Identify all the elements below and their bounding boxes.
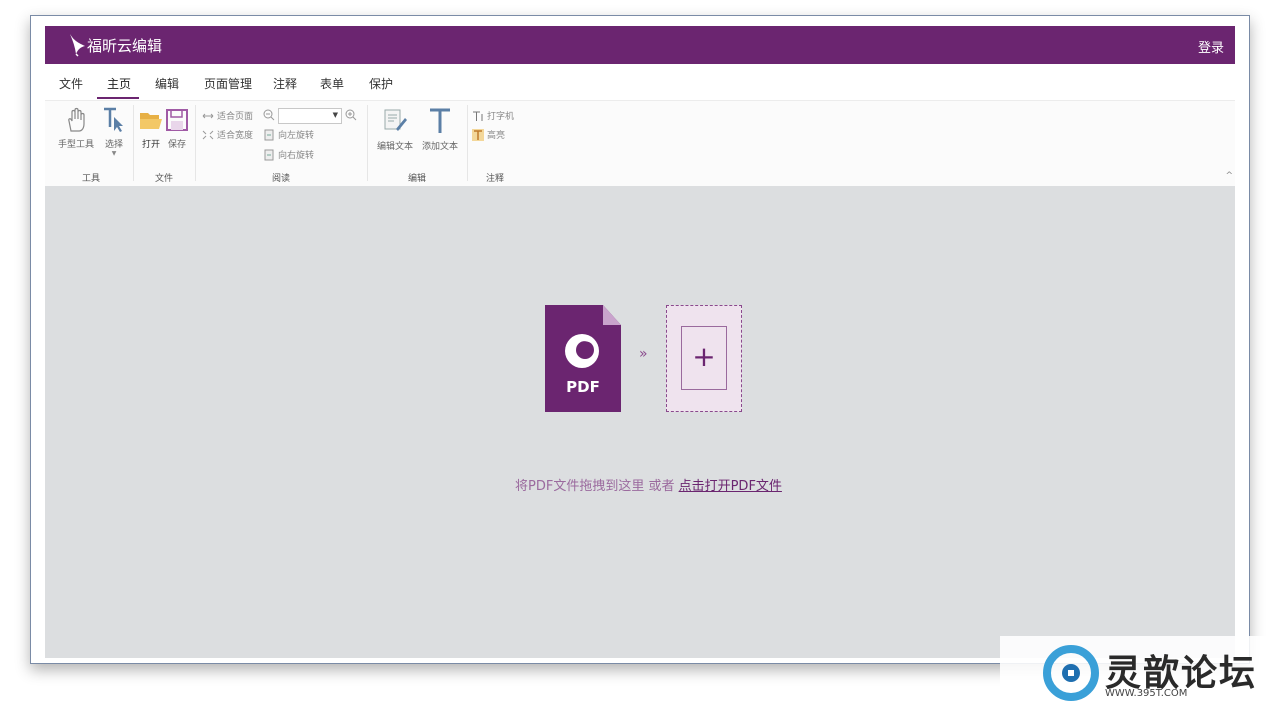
edit-group-label: 编辑 bbox=[407, 174, 426, 184]
tools-group-label: 工具 bbox=[81, 174, 100, 184]
typewriter-icon bbox=[473, 111, 483, 121]
plus-icon: + bbox=[692, 340, 716, 373]
select-dropdown-arrow-icon[interactable]: ▼ bbox=[101, 150, 127, 157]
add-text-label: 添加文本 bbox=[421, 142, 458, 152]
text-select-icon bbox=[104, 107, 123, 132]
hand-tool-label: 手型工具 bbox=[57, 140, 94, 150]
fit-width-icon bbox=[202, 130, 214, 139]
rotate-right-label: 向右旋转 bbox=[278, 151, 315, 161]
highlight-label: 高亮 bbox=[487, 131, 506, 141]
rotate-left-icon bbox=[264, 129, 274, 140]
highlight-button[interactable]: 高亮 bbox=[472, 128, 505, 141]
zoom-select[interactable]: ▼ bbox=[278, 108, 342, 124]
app-window: 福昕云编辑 登录 文件 主页 编辑 页面管理 注释 表单 保护 手型工具 选择 … bbox=[30, 15, 1250, 664]
folder-icon bbox=[140, 113, 162, 129]
file-group-label: 文件 bbox=[154, 174, 173, 184]
foxit-quill-logo-icon bbox=[70, 34, 85, 57]
floppy-disk-icon bbox=[166, 109, 188, 131]
ribbon-toolbar: 手型工具 选择 ▼ 工具 打开 保存 文件 适合页面 适合宽度 ▼ 向左旋转 向… bbox=[45, 100, 1235, 187]
tab-protect[interactable]: 保护 bbox=[369, 75, 393, 92]
ribbon-divider bbox=[367, 105, 368, 181]
edit-text-button[interactable]: 编辑文本 bbox=[373, 107, 417, 152]
highlight-icon bbox=[472, 128, 484, 141]
tab-page-management[interactable]: 页面管理 bbox=[204, 75, 252, 92]
pdf-file-icon: PDF bbox=[545, 305, 621, 412]
add-text-button[interactable]: 添加文本 bbox=[419, 107, 461, 152]
rotate-left-button[interactable]: 向左旋转 bbox=[263, 128, 314, 141]
select-tool-button[interactable]: 选择 ▼ bbox=[101, 107, 127, 157]
watermark-url: WWW.395T.COM bbox=[1105, 688, 1188, 699]
rotate-right-icon bbox=[264, 149, 274, 160]
forum-logo-icon bbox=[1043, 645, 1099, 701]
fit-page-icon bbox=[202, 113, 214, 118]
ribbon-divider bbox=[195, 105, 196, 181]
ribbon-divider bbox=[467, 105, 468, 181]
open-pdf-link[interactable]: 点击打开PDF文件 bbox=[679, 479, 782, 494]
open-button[interactable]: 打开 bbox=[139, 107, 163, 150]
typewriter-button[interactable]: 打字机 bbox=[472, 109, 514, 122]
drop-hint: 将PDF文件拖拽到这里 或者 点击打开PDF文件 bbox=[515, 475, 782, 494]
app-frame: 福昕云编辑 登录 文件 主页 编辑 页面管理 注释 表单 保护 手型工具 选择 … bbox=[45, 26, 1235, 658]
chevron-down-icon: ▼ bbox=[332, 111, 338, 119]
add-text-t-icon bbox=[430, 108, 450, 133]
collapse-ribbon-icon[interactable]: ^ bbox=[1225, 171, 1233, 181]
pdf-icon-text: PDF bbox=[566, 378, 600, 396]
drop-hint-text: 将PDF文件拖拽到这里 或者 bbox=[515, 479, 679, 494]
edit-text-icon bbox=[384, 109, 407, 131]
active-tab-indicator bbox=[97, 97, 139, 99]
fit-width-button[interactable]: 适合宽度 bbox=[202, 128, 253, 141]
login-link[interactable]: 登录 bbox=[1198, 37, 1224, 56]
read-group-label: 阅读 bbox=[271, 174, 290, 184]
fit-page-button[interactable]: 适合页面 bbox=[202, 109, 253, 122]
typewriter-label: 打字机 bbox=[487, 112, 515, 122]
hand-icon bbox=[68, 107, 85, 132]
zoom-in-icon[interactable] bbox=[345, 109, 357, 121]
edit-text-label: 编辑文本 bbox=[376, 142, 413, 152]
tab-home[interactable]: 主页 bbox=[107, 75, 131, 92]
hand-tool-button[interactable]: 手型工具 bbox=[55, 107, 97, 150]
tab-edit[interactable]: 编辑 bbox=[155, 75, 179, 92]
drop-page-outline: + bbox=[681, 326, 727, 390]
select-tool-label: 选择 bbox=[104, 140, 123, 150]
chevron-right-icon: » bbox=[639, 346, 648, 362]
menu-bar: 文件 主页 编辑 页面管理 注释 表单 保护 bbox=[45, 64, 1235, 100]
tab-form[interactable]: 表单 bbox=[320, 75, 344, 92]
save-button[interactable]: 保存 bbox=[165, 107, 189, 150]
zoom-out-icon[interactable] bbox=[263, 109, 275, 121]
tab-annotate[interactable]: 注释 bbox=[273, 75, 297, 92]
save-label: 保存 bbox=[167, 140, 186, 150]
fit-page-label: 适合页面 bbox=[217, 112, 254, 122]
drop-zone[interactable]: + bbox=[666, 305, 742, 412]
tab-file[interactable]: 文件 bbox=[59, 75, 83, 92]
rotate-right-button[interactable]: 向右旋转 bbox=[263, 148, 314, 161]
fit-width-label: 适合宽度 bbox=[217, 131, 254, 141]
open-label: 打开 bbox=[141, 140, 160, 150]
document-workspace[interactable]: PDF » + 将PDF文件拖拽到这里 或者 点击打开PDF文件 bbox=[45, 186, 1235, 658]
forum-watermark: 灵歆论坛 WWW.395T.COM bbox=[1000, 636, 1280, 710]
annot-group-label: 注释 bbox=[485, 174, 504, 184]
ribbon-divider bbox=[133, 105, 134, 181]
title-bar: 福昕云编辑 登录 bbox=[45, 26, 1235, 64]
app-title: 福昕云编辑 bbox=[87, 37, 163, 55]
rotate-left-label: 向左旋转 bbox=[278, 131, 315, 141]
